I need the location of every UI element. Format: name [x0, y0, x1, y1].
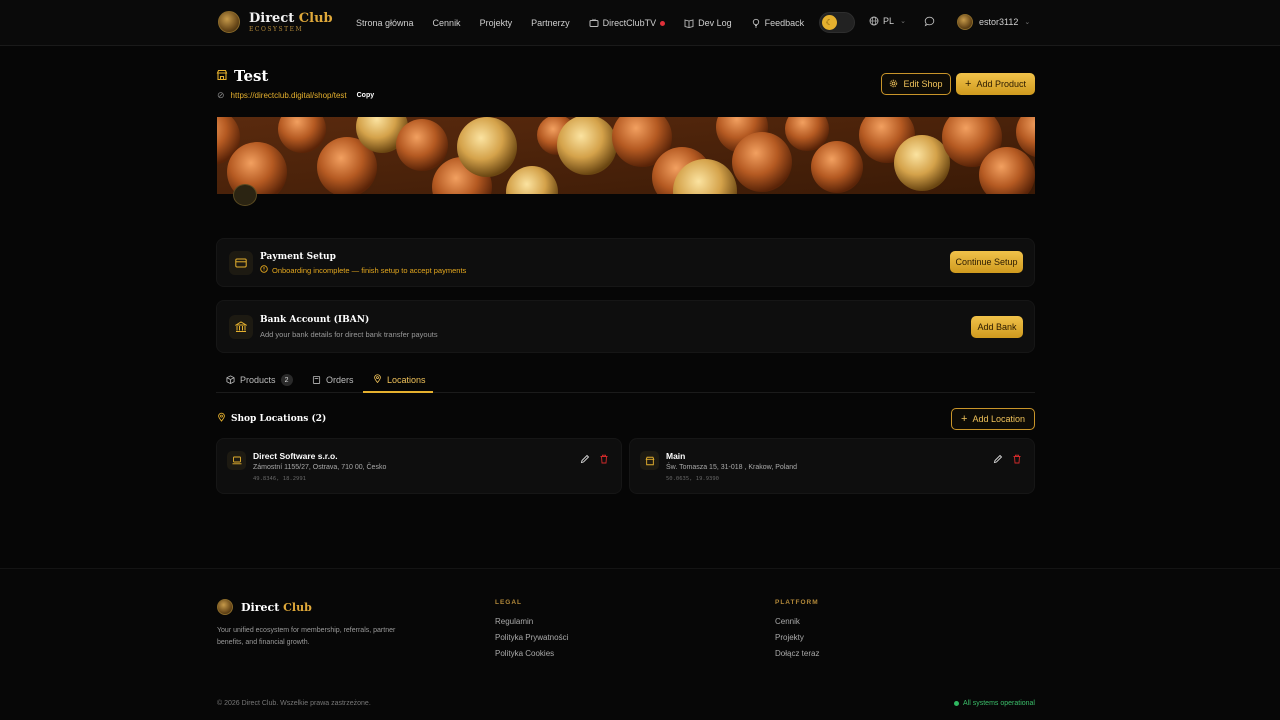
link-icon: ⊘: [217, 90, 225, 100]
gear-icon: [889, 79, 898, 90]
tab-products[interactable]: Products 2: [226, 368, 293, 392]
footer-link-projects[interactable]: Projekty: [775, 633, 819, 642]
bank-account-card: Bank Account (IBAN) Add your bank detail…: [216, 300, 1035, 353]
bank-account-title: Bank Account (IBAN): [260, 315, 370, 325]
location-address: Zámostní 1155/27, Ostrava, 710 00, Česko: [253, 464, 387, 471]
coin-logo-icon: [217, 599, 233, 615]
shop-tabs: Products 2 Orders Locations: [216, 368, 1035, 393]
brand-subtitle: ECOSYSTEM: [249, 25, 304, 33]
footer-platform-column: PLATFORM Cennik Projekty Dołącz teraz: [775, 599, 819, 665]
payment-setup-card: Payment Setup Onboarding incomplete — fi…: [216, 238, 1035, 287]
moon-icon: ☾: [822, 15, 837, 30]
footer-link-privacy[interactable]: Polityka Prywatności: [495, 633, 568, 642]
brand-logo-link[interactable]: Direct Club ECOSYSTEM: [218, 11, 333, 33]
theme-toggle[interactable]: ☾: [819, 12, 855, 33]
add-location-button[interactable]: + Add Location: [951, 408, 1035, 430]
lightbulb-icon: [751, 18, 761, 28]
coin-logo-icon: [218, 11, 240, 33]
avatar: [957, 14, 973, 30]
shop-title-text: Test: [234, 67, 269, 85]
location-name: Direct Software s.r.o.: [253, 451, 338, 461]
shop-url-row: ⊘ https://directclub.digital/shop/test C…: [217, 90, 374, 101]
footer-link-pricing[interactable]: Cennik: [775, 617, 819, 626]
chevron-down-icon: ⌄: [900, 18, 906, 25]
location-coordinates: 50.0635, 19.9390: [666, 476, 719, 482]
nav-link-devlog[interactable]: Dev Log: [684, 18, 732, 28]
location-coordinates: 49.8346, 18.2991: [253, 476, 306, 482]
footer-copyright: © 2026 Direct Club. Wszelkie prawa zastr…: [217, 700, 371, 707]
chat-icon[interactable]: [924, 16, 935, 30]
products-count-badge: 2: [280, 374, 293, 386]
bank-icon: [229, 315, 253, 339]
book-icon: [684, 18, 694, 28]
store-icon: [216, 69, 228, 84]
map-pin-icon: [217, 412, 226, 425]
credit-card-icon: [229, 251, 253, 275]
nav-links: Strona główna Cennik Projekty Partnerzy …: [356, 0, 823, 46]
edit-shop-button[interactable]: Edit Shop: [881, 73, 951, 95]
footer-brand[interactable]: Direct Club: [217, 599, 312, 615]
tv-icon: [589, 18, 599, 28]
nav-link-partners[interactable]: Partnerzy: [531, 18, 570, 28]
add-bank-button[interactable]: Add Bank: [971, 316, 1023, 338]
location-card: Main Św. Tomasza 15, 31-018 , Krakow, Po…: [629, 438, 1035, 494]
system-status: All systems operational: [954, 700, 1035, 707]
tab-locations[interactable]: Locations: [363, 368, 433, 393]
location-address: Św. Tomasza 15, 31-018 , Krakow, Poland: [666, 464, 798, 471]
edit-pencil-icon[interactable]: [993, 454, 1003, 467]
map-pin-icon: [373, 374, 382, 385]
location-card: Direct Software s.r.o. Zámostní 1155/27,…: [216, 438, 622, 494]
tab-orders[interactable]: Orders: [312, 368, 354, 392]
payment-status: Onboarding incomplete — finish setup to …: [260, 265, 466, 275]
footer-link-terms[interactable]: Regulamin: [495, 617, 568, 626]
delete-trash-icon[interactable]: [599, 454, 609, 467]
footer-link-join[interactable]: Dołącz teraz: [775, 649, 819, 658]
edit-pencil-icon[interactable]: [580, 454, 590, 467]
footer-link-cookies[interactable]: Polityka Cookies: [495, 649, 568, 658]
plus-icon: +: [961, 413, 968, 425]
store-icon: [640, 451, 659, 470]
chevron-down-icon: ⌄: [1024, 19, 1031, 26]
language-code: PL: [883, 16, 895, 26]
globe-icon: [869, 16, 879, 26]
live-indicator-dot: [660, 20, 666, 26]
add-product-button[interactable]: + Add Product: [956, 73, 1035, 95]
nav-link-feedback[interactable]: Feedback: [751, 18, 804, 28]
payment-setup-title: Payment Setup: [260, 252, 336, 262]
laptop-icon: [227, 451, 246, 470]
nav-link-directclubtv[interactable]: DirectClubTV: [589, 18, 666, 28]
box-icon: [226, 374, 235, 386]
footer-legal-heading: LEGAL: [495, 599, 523, 606]
footer-platform-heading: PLATFORM: [775, 599, 819, 606]
footer-legal-column: LEGAL Regulamin Polityka Prywatności Pol…: [495, 599, 568, 665]
nav-link-pricing[interactable]: Cennik: [433, 18, 461, 28]
top-navbar: Direct Club ECOSYSTEM Strona główna Cenn…: [0, 0, 1280, 46]
copy-url-button[interactable]: Copy: [357, 92, 375, 99]
plus-icon: +: [965, 78, 972, 90]
brand-name: Direct Club: [249, 10, 333, 26]
shop-logo-avatar: [233, 184, 257, 206]
username: estor3112: [979, 17, 1019, 27]
continue-setup-button[interactable]: Continue Setup: [950, 251, 1023, 273]
user-menu[interactable]: estor3112 ⌄: [957, 14, 1030, 30]
bank-account-subtitle: Add your bank details for direct bank tr…: [260, 330, 438, 339]
delete-trash-icon[interactable]: [1012, 454, 1022, 467]
nav-link-home[interactable]: Strona główna: [356, 18, 414, 28]
shop-title: Test: [216, 67, 268, 85]
warning-circle-icon: [260, 265, 268, 275]
location-name: Main: [666, 451, 686, 461]
nav-link-projects[interactable]: Projekty: [480, 18, 513, 28]
shop-url-link[interactable]: https://directclub.digital/shop/test: [231, 91, 347, 100]
clipboard-icon: [312, 375, 321, 386]
language-selector[interactable]: PL ⌄: [869, 16, 908, 26]
footer: Direct Club Your unified ecosystem for m…: [0, 568, 1280, 720]
status-dot: [954, 701, 960, 706]
coins-banner-graphic: [217, 117, 1035, 194]
shop-locations-heading: Shop Locations (2): [217, 412, 326, 425]
footer-description: Your unified ecosystem for membership, r…: [217, 627, 396, 646]
shop-banner-image: [217, 117, 1035, 194]
